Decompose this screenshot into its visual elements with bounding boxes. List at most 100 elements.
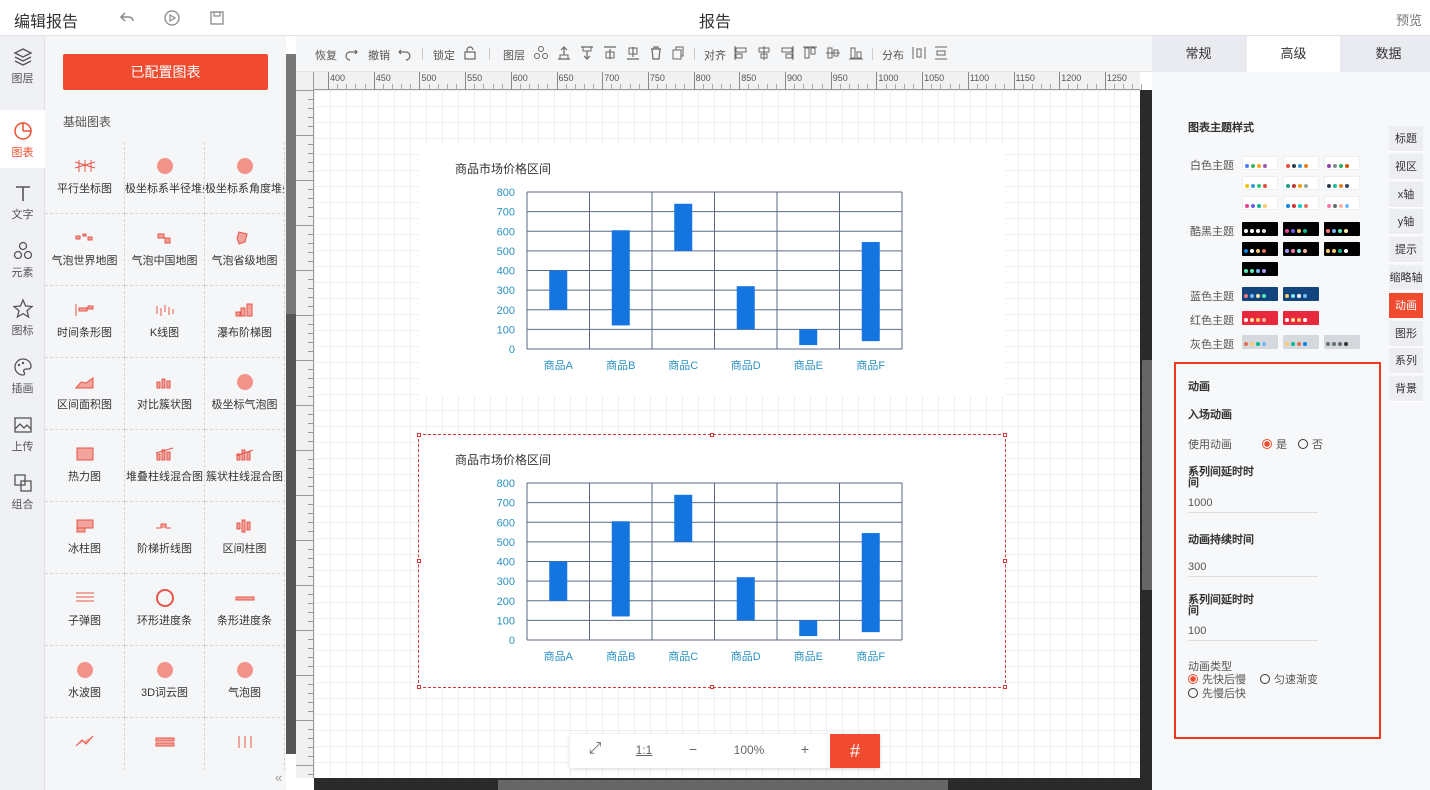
align-bottom-icon[interactable] [848,45,864,61]
side-tab[interactable]: 缩略轴 [1389,265,1423,291]
align-middle-icon[interactable] [825,45,841,61]
series-delay-input[interactable]: 1000 [1188,493,1318,513]
theme-swatch[interactable] [1324,196,1360,210]
easing-linear-radio[interactable]: 匀速渐变 [1260,671,1318,687]
chart-type-item[interactable]: 子弹图 [45,574,125,646]
chart-type-item[interactable]: 堆叠柱线混合图 [125,430,205,502]
preview-button[interactable]: 预览 [1396,10,1422,29]
chart-type-item[interactable]: 瀑布阶梯图 [205,286,285,358]
chart-type-item[interactable]: 环形进度条 [125,574,205,646]
theme-swatch[interactable] [1242,196,1278,210]
lock-icon[interactable] [462,45,478,61]
side-tab[interactable]: 背景 [1389,376,1423,403]
play-icon[interactable] [163,9,181,27]
chart-type-item[interactable]: 区间面积图 [45,358,125,430]
chart-type-item[interactable]: 极坐标系半径堆叠 [125,142,205,214]
resize-handle[interactable] [710,685,714,689]
resize-handle[interactable] [1003,433,1007,437]
tab-general[interactable]: 常规 [1152,36,1245,72]
nav-illustrations[interactable]: 插画 [0,346,45,404]
use-animation-yes-radio[interactable]: 是 [1262,436,1287,452]
resize-handle[interactable] [1003,685,1007,689]
chart-type-item[interactable] [125,718,205,772]
scrollbar-thumb[interactable] [1142,360,1152,590]
theme-swatch[interactable] [1242,242,1278,256]
chart-type-item[interactable]: 气泡中国地图 [125,214,205,286]
chart-type-item[interactable]: 冰柱图 [45,502,125,574]
side-tab[interactable]: 提示 [1389,237,1423,264]
align-top-icon[interactable] [802,45,818,61]
chart-type-item[interactable]: 区间柱图 [205,502,285,574]
duration-input[interactable]: 300 [1188,557,1318,577]
side-tab[interactable]: 标题 [1389,126,1423,152]
chart-type-item[interactable]: 簇状柱线混合图 [205,430,285,502]
nav-layers[interactable]: 图层 [0,36,45,94]
chart-type-item[interactable]: 极坐标系角度堆叠 [205,142,285,214]
nav-group[interactable]: 组合 [0,462,45,520]
delete-icon[interactable] [648,45,664,61]
nav-elements[interactable]: 元素 [0,230,45,288]
chart-type-item[interactable] [45,718,125,772]
theme-swatch[interactable] [1324,222,1360,236]
nav-charts[interactable]: 图表 [0,110,45,168]
resize-handle[interactable] [710,433,714,437]
undo-button[interactable]: 撤销 [368,47,390,63]
side-tab[interactable]: 视区 [1389,153,1423,180]
theme-swatch[interactable] [1242,287,1278,301]
theme-swatch[interactable] [1324,176,1360,190]
nav-upload[interactable]: 上传 [0,404,45,462]
zoom-in-button[interactable]: + [792,741,818,757]
theme-swatch[interactable] [1283,242,1319,256]
save-icon[interactable] [208,9,226,27]
theme-swatch[interactable] [1242,176,1278,190]
theme-swatch[interactable] [1242,156,1278,170]
lock-button[interactable]: 锁定 [433,47,455,63]
fit-screen-icon[interactable]: ⤢ [582,740,608,758]
grid-toggle-button[interactable]: # [830,734,880,768]
report-canvas[interactable]: 商品市场价格区间 800 700 600 500 400 300 200 100 0 商品A 商品B… [314,90,1140,778]
copy-icon[interactable] [670,45,686,61]
chart-type-item[interactable]: K线图 [125,286,205,358]
zoom-out-button[interactable]: − [680,741,706,757]
easing-slow-fast-radio[interactable]: 先慢后快 [1188,685,1246,701]
panel-scrollbar[interactable] [286,54,296,754]
resize-handle[interactable] [1003,559,1007,563]
chart-widget-selected[interactable]: 商品市场价格区间 800 700 600 500 400 300 200 100 0 商品A 商品B… [417,433,1007,689]
theme-swatch[interactable] [1283,156,1319,170]
back-icon[interactable] [118,9,136,27]
tab-data[interactable]: 数据 [1342,36,1430,72]
theme-swatch[interactable] [1242,262,1278,276]
resize-handle[interactable] [417,433,421,437]
side-tab[interactable]: 系列 [1389,348,1423,375]
redo-button[interactable]: 恢复 [315,47,337,63]
chart-type-item[interactable]: 对比簇状图 [125,358,205,430]
side-tab[interactable]: x轴 [1389,181,1423,208]
redo-icon[interactable] [343,45,359,61]
layer-group-icon[interactable] [533,45,549,61]
bring-forward-icon[interactable] [556,45,572,61]
canvas-horizontal-scrollbar[interactable] [314,778,1140,790]
distribute-h-icon[interactable] [911,45,927,61]
undo-icon[interactable] [397,45,413,61]
tab-advanced[interactable]: 高级 [1247,36,1340,72]
side-tab[interactable]: 动画 [1389,292,1423,319]
chart-type-item[interactable]: 热力图 [45,430,125,502]
resize-handle[interactable] [417,559,421,563]
theme-swatch[interactable] [1324,242,1360,256]
theme-swatch[interactable] [1283,287,1319,301]
align-left-icon[interactable] [733,45,749,61]
align-center-h-icon[interactable] [756,45,772,61]
series-delay-input-2[interactable]: 100 [1188,621,1318,641]
configured-charts-button[interactable]: 已配置图表 [63,54,268,90]
distribute-v-icon[interactable] [933,45,949,61]
theme-swatch[interactable] [1242,222,1278,236]
chart-type-item[interactable]: 水波图 [45,646,125,718]
chart-type-item[interactable] [205,718,285,772]
nav-text[interactable]: 文字 [0,172,45,230]
use-animation-no-radio[interactable]: 否 [1298,436,1323,452]
chart-type-item[interactable]: 极坐标气泡图 [205,358,285,430]
chart-widget[interactable]: 商品市场价格区间 800 700 600 500 400 300 200 100 0 商品A 商品B… [419,144,1005,396]
theme-swatch[interactable] [1242,311,1278,325]
chart-type-item[interactable]: 气泡图 [205,646,285,718]
align-right-icon[interactable] [779,45,795,61]
